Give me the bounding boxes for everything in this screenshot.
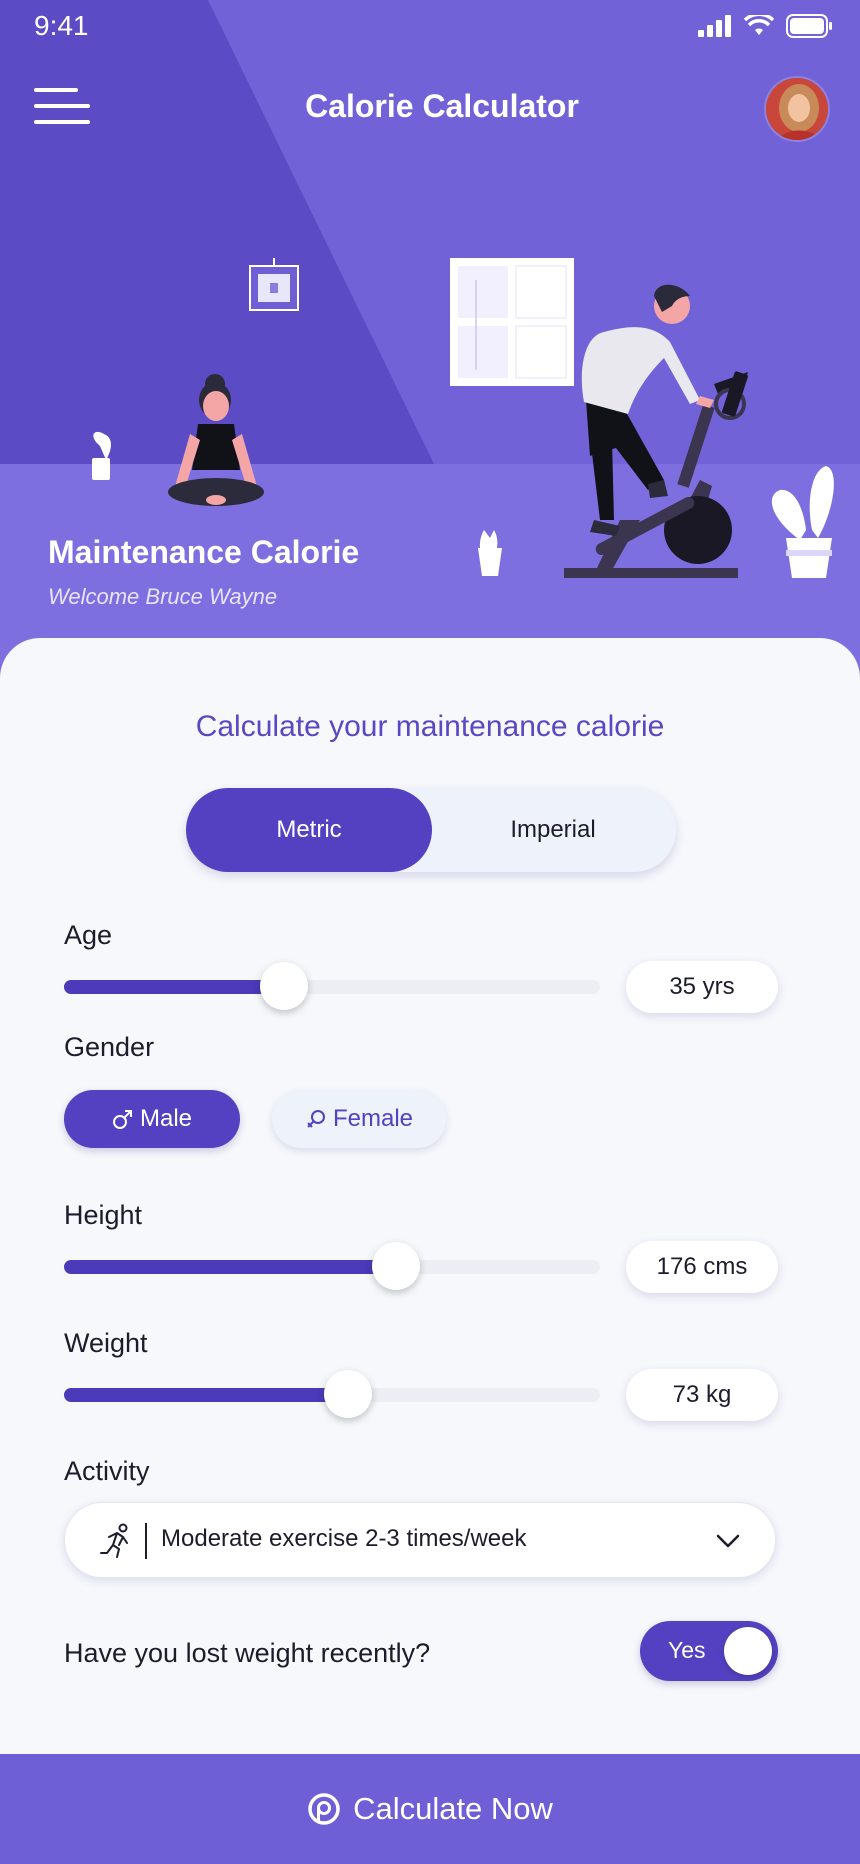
hero-banner: 9:41 Calorie Calculator Maintenance Calo…: [0, 0, 860, 700]
small-plant-center-illustration: [478, 530, 502, 576]
gender-male-button[interactable]: Male: [64, 1090, 240, 1148]
small-plant-left-illustration: [92, 431, 111, 480]
gender-female-label: Female: [332, 1105, 414, 1132]
gender-female-button[interactable]: Female: [272, 1090, 446, 1148]
age-slider-fill: [64, 980, 284, 994]
height-label: Height: [64, 1200, 143, 1230]
running-person-icon: [100, 1523, 128, 1558]
cyclist-illustration: [564, 284, 748, 578]
age-slider[interactable]: [64, 962, 600, 1010]
weight-slider[interactable]: [64, 1370, 600, 1418]
calculate-now-label: Calculate Now: [353, 1791, 553, 1826]
hero-subtitle: Welcome Bruce Wayne: [48, 584, 278, 609]
calculator-card: Calculate your maintenance calorie Metri…: [0, 638, 860, 1754]
gender-label: Gender: [64, 1032, 155, 1062]
age-label: Age: [64, 920, 113, 950]
user-avatar[interactable]: [764, 76, 830, 142]
female-symbol-icon: [307, 1110, 325, 1128]
toggle-knob: [724, 1627, 772, 1675]
activity-separator: [145, 1523, 147, 1559]
male-symbol-icon: [112, 1110, 132, 1129]
weight-slider-fill: [64, 1388, 349, 1402]
unit-metric-button[interactable]: Metric: [186, 788, 432, 872]
age-value: 35 yrs: [626, 961, 778, 1013]
weight-value: 73 kg: [626, 1369, 778, 1421]
calculate-now-button[interactable]: Calculate Now: [0, 1754, 860, 1864]
hero-title: Maintenance Calorie: [48, 534, 360, 570]
status-icons: [698, 14, 832, 38]
app-title: Calorie Calculator: [305, 88, 579, 124]
lost-weight-question: Have you lost weight recently?: [64, 1638, 431, 1668]
chevron-down-icon: [716, 1534, 740, 1548]
meditating-woman-illustration: [168, 374, 264, 506]
activity-value: Moderate exercise 2-3 times/week: [161, 1525, 527, 1552]
signal-icon: [698, 15, 731, 37]
lost-weight-toggle[interactable]: Yes: [640, 1621, 778, 1681]
wifi-icon: [744, 15, 774, 35]
window-illustration: [450, 258, 574, 386]
toggle-label: Yes: [668, 1637, 706, 1663]
card-heading: Calculate your maintenance calorie: [195, 710, 665, 743]
height-slider[interactable]: [64, 1242, 600, 1290]
status-bar: 9:41: [0, 0, 860, 54]
picture-frame-illustration: [249, 258, 299, 311]
activity-label: Activity: [64, 1456, 150, 1486]
unit-imperial-button[interactable]: Imperial: [430, 788, 676, 872]
status-time: 9:41: [34, 10, 89, 41]
height-slider-fill: [64, 1260, 397, 1274]
age-slider-thumb[interactable]: [259, 962, 308, 1010]
weight-slider-thumb[interactable]: [324, 1370, 373, 1418]
large-plant-illustration: [771, 466, 834, 578]
unit-toggle: Metric Imperial: [186, 788, 676, 872]
activity-select[interactable]: Moderate exercise 2-3 times/week: [64, 1502, 776, 1578]
weight-label: Weight: [64, 1328, 148, 1358]
battery-icon: [786, 14, 832, 38]
height-value: 176 cms: [626, 1241, 778, 1293]
height-slider-thumb[interactable]: [372, 1242, 421, 1290]
gender-male-label: Male: [139, 1105, 193, 1132]
calculate-logo-icon: [308, 1793, 340, 1825]
